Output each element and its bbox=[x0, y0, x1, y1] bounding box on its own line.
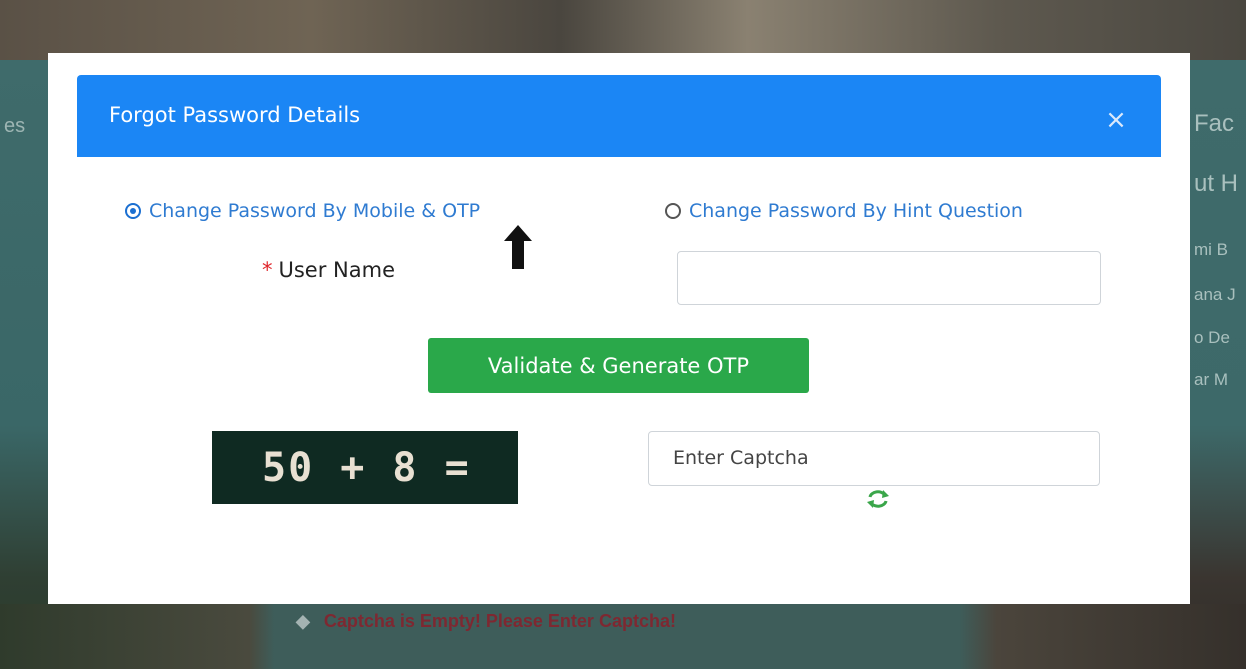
captcha-input[interactable]: Enter Captcha bbox=[648, 431, 1100, 486]
user-name-input[interactable] bbox=[677, 251, 1101, 305]
modal-title: Forgot Password Details bbox=[109, 103, 361, 127]
captcha-expression: 50 + 8 = bbox=[262, 445, 471, 491]
user-name-label-text: User Name bbox=[278, 258, 396, 282]
option-mobile-otp[interactable]: Change Password By Mobile & OTP bbox=[125, 200, 480, 222]
background-right-text: o De bbox=[1194, 328, 1230, 347]
background-right-panel bbox=[1190, 60, 1246, 669]
validate-generate-otp-button[interactable]: Validate & Generate OTP bbox=[428, 338, 809, 393]
radio-selected-icon[interactable] bbox=[125, 203, 141, 219]
background-right-text: ut H bbox=[1194, 170, 1239, 197]
background-left-panel bbox=[0, 60, 48, 669]
captcha-image: 50 + 8 = bbox=[212, 431, 518, 504]
background-right-text: Fac bbox=[1194, 110, 1235, 137]
up-arrow-icon bbox=[504, 225, 532, 269]
option-hint-question-label[interactable]: Change Password By Hint Question bbox=[689, 200, 1023, 222]
background-right-text: mi B bbox=[1194, 240, 1228, 259]
required-marker: * bbox=[262, 258, 273, 282]
captcha-error-text: Captcha is Empty! Please Enter Captcha! bbox=[323, 611, 676, 631]
background-left-text: es bbox=[4, 115, 26, 137]
forgot-password-modal: Forgot Password Details × Change Passwor… bbox=[48, 53, 1190, 604]
modal-header: Forgot Password Details × bbox=[77, 75, 1161, 157]
diamond-icon: ◆ bbox=[296, 611, 310, 631]
captcha-error-message: ◆ Captcha is Empty! Please Enter Captcha! bbox=[296, 611, 676, 632]
option-hint-question[interactable]: Change Password By Hint Question bbox=[665, 200, 1023, 222]
user-name-label: * User Name bbox=[262, 258, 395, 282]
option-mobile-otp-label[interactable]: Change Password By Mobile & OTP bbox=[149, 200, 480, 222]
background-right-text: ar M bbox=[1194, 370, 1228, 389]
refresh-icon[interactable] bbox=[866, 488, 890, 510]
background-photo bbox=[0, 0, 1246, 60]
background-right-text: ana J bbox=[1194, 285, 1236, 304]
radio-unselected-icon[interactable] bbox=[665, 203, 681, 219]
close-icon[interactable]: × bbox=[1101, 105, 1131, 135]
